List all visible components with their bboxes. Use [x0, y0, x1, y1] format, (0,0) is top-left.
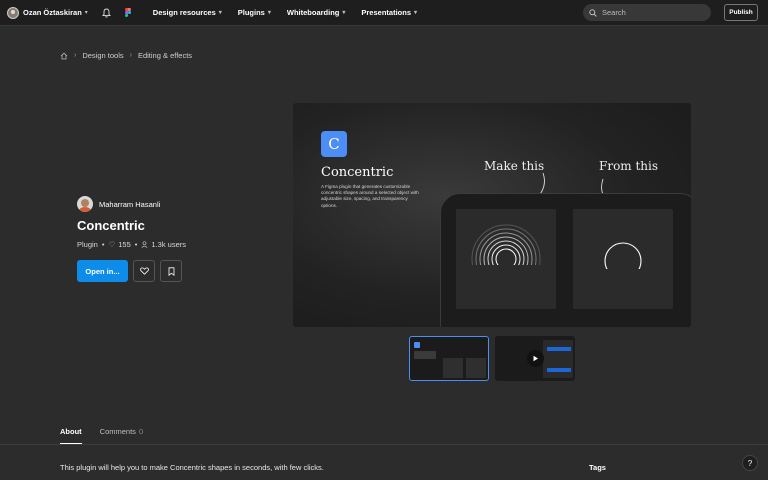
breadcrumb-editing-effects[interactable]: Editing & effects — [138, 51, 192, 60]
tab-label: Comments — [99, 427, 136, 436]
single-circle-graphic — [593, 242, 653, 299]
hero-description: A Figma plugin that generates customizab… — [321, 184, 419, 208]
main-nav: Design resources ▾ Plugins ▾ Whiteboarding… — [153, 8, 433, 17]
tags-heading: Tags — [589, 463, 606, 472]
chevron-down-icon: ▾ — [267, 10, 271, 16]
nav-plugins[interactable]: Plugins ▾ — [238, 8, 271, 17]
bell-icon[interactable] — [101, 8, 111, 18]
plugin-title: Concentric — [77, 218, 145, 233]
search-input[interactable]: Search — [583, 4, 711, 21]
thumbnail-text-block — [414, 351, 436, 359]
search-placeholder: Search — [602, 8, 626, 17]
like-button[interactable] — [133, 260, 155, 282]
breadcrumb-separator: › — [129, 52, 132, 59]
heart-icon — [139, 267, 149, 275]
plugin-logo: C — [321, 131, 347, 157]
tab-comments[interactable]: Comments 0 — [100, 427, 143, 444]
author-name: Maharram Hasanli — [99, 199, 161, 209]
hero-label-from: From this — [599, 159, 659, 173]
result-panel — [456, 209, 556, 309]
top-bar: Ozan Öztaskiran ▾ Design resources ▾ Plug… — [0, 0, 768, 26]
plugin-meta: Plugin • ♡ 155 • 1.3k users — [77, 240, 186, 249]
concentric-shapes-graphic — [466, 224, 546, 309]
thumbnail-panel — [466, 358, 486, 378]
nav-whiteboarding[interactable]: Whiteboarding ▾ — [287, 8, 346, 17]
hero-title: Concentric — [321, 165, 394, 180]
home-icon[interactable] — [60, 52, 68, 60]
tab-divider — [0, 444, 768, 445]
breadcrumb: › Design tools › Editing & effects — [60, 51, 192, 60]
thumbnail-ui-row — [547, 368, 571, 372]
play-icon[interactable] — [527, 350, 544, 367]
nav-label: Plugins — [237, 8, 265, 17]
heart-icon: ♡ — [108, 240, 116, 249]
figma-logo-icon[interactable] — [124, 7, 131, 18]
meta-separator: • — [134, 240, 138, 249]
nav-label: Design resources — [152, 8, 216, 17]
plugin-author[interactable]: Maharram Hasanli — [77, 196, 160, 212]
breadcrumb-design-tools[interactable]: Design tools — [82, 51, 123, 60]
plugin-type: Plugin — [77, 240, 98, 249]
user-avatar — [7, 6, 19, 19]
chevron-down-icon: ▾ — [218, 10, 222, 16]
source-panel — [573, 209, 673, 309]
thumbnail-ui-panel — [543, 340, 573, 378]
nav-label: Presentations — [361, 8, 411, 17]
thumbnail-ui-row — [547, 347, 571, 351]
meta-separator: • — [101, 240, 105, 249]
nav-presentations[interactable]: Presentations ▾ — [361, 8, 417, 17]
hero-preview-image[interactable]: C Concentric A Figma plugin that generat… — [293, 103, 691, 327]
breadcrumb-separator: › — [74, 52, 77, 59]
likes-count: 155 — [118, 240, 131, 249]
tab-about[interactable]: About — [60, 427, 82, 444]
thumbnail-logo — [414, 342, 420, 348]
tab-label: About — [60, 427, 82, 436]
search-icon — [589, 8, 597, 17]
thumbnail-panel — [443, 358, 463, 378]
bookmark-icon — [168, 266, 174, 276]
user-name: Ozan Öztaskiran — [23, 8, 82, 17]
nav-label: Whiteboarding — [286, 8, 340, 17]
chevron-down-icon: ▾ — [84, 10, 88, 16]
open-in-button[interactable]: Open in... — [77, 260, 128, 282]
nav-design-resources[interactable]: Design resources ▾ — [153, 8, 222, 17]
user-menu[interactable]: Ozan Öztaskiran ▾ — [7, 6, 88, 19]
thumbnail-2-video[interactable] — [495, 336, 575, 381]
tab-bar: About Comments 0 — [60, 427, 161, 444]
about-text: This plugin will help you to make Concen… — [60, 463, 324, 472]
help-button[interactable]: ? — [742, 455, 758, 471]
author-avatar — [77, 196, 93, 212]
user-icon — [141, 241, 148, 248]
publish-button[interactable]: Publish — [724, 4, 758, 21]
chevron-down-icon: ▾ — [342, 10, 346, 16]
users-count: 1.3k users — [151, 240, 186, 249]
save-button[interactable] — [160, 260, 182, 282]
thumbnail-1[interactable] — [409, 336, 489, 381]
chevron-down-icon: ▾ — [414, 10, 418, 16]
comments-count: 0 — [138, 427, 144, 436]
